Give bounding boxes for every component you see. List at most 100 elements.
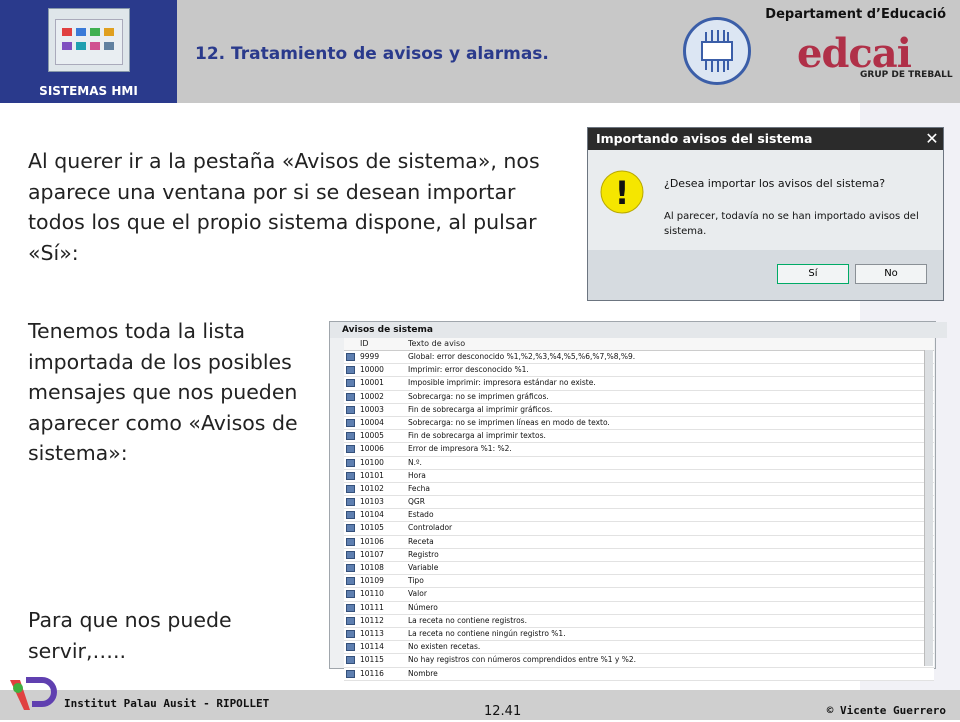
alarm-text: Tipo <box>408 576 424 586</box>
table-row[interactable]: 10004 Sobrecarga: no se imprimen líneas e… <box>344 416 934 431</box>
alarm-id: 10001 <box>360 378 384 388</box>
table-title: Avisos de sistema <box>330 322 947 338</box>
alarm-row-icon <box>346 669 355 678</box>
table-row[interactable]: 9999 Global: error desconocido %1,%2,%3,%… <box>344 351 934 365</box>
alarm-id: 10116 <box>360 668 384 678</box>
alarm-text: N.º. <box>408 457 422 467</box>
alarm-id: 10110 <box>360 589 384 599</box>
page-number: 12.41 <box>484 704 522 719</box>
alarm-row-icon <box>346 353 355 361</box>
alarm-row-icon <box>346 656 355 665</box>
dialog-titlebar: Importando avisos del sistema ✕ <box>588 128 943 150</box>
department-label: Departament d’Educació <box>765 7 946 22</box>
alarm-text: Fecha <box>408 483 430 493</box>
table-row[interactable]: 10000 Imprimir: error desconocido %1. <box>344 364 934 378</box>
alarm-id: 10002 <box>360 391 384 401</box>
alarm-text: Error de impresora %1: %2. <box>408 444 512 454</box>
alarm-text: Sobrecarga: no se imprimen líneas en mod… <box>408 417 610 427</box>
table-row[interactable]: 10115 No hay registros con números compre… <box>344 654 934 668</box>
alarm-id: 10112 <box>360 615 384 625</box>
table-row[interactable]: 10106 Receta <box>344 535 934 549</box>
table-row[interactable]: 10113 La receta no contiene ningún regist… <box>344 627 934 642</box>
table-row[interactable]: 10112 La receta no contiene registros. <box>344 614 934 628</box>
table-row[interactable]: 10102 Fecha <box>344 482 934 497</box>
question-paragraph: Para que nos puede servir,….. <box>28 608 232 663</box>
alarm-row-icon <box>346 484 355 493</box>
institute-label: Institut Palau Ausit - RIPOLLET <box>64 697 270 710</box>
alarm-text: Fin de sobrecarga al imprimir gráficos. <box>408 404 553 414</box>
alarm-text: Hora <box>408 470 426 480</box>
table-row[interactable]: 10103 QGR <box>344 496 934 510</box>
alarm-text: La receta no contiene registros. <box>408 615 527 625</box>
alarm-row-icon <box>346 577 355 586</box>
logo-box: SISTEMAS HMI <box>0 0 177 103</box>
alarm-text: QGR <box>408 497 425 507</box>
table-row[interactable]: 10104 Estado <box>344 509 934 523</box>
intro-paragraph: Al querer ir a la pestaña «Avisos de sis… <box>28 149 540 265</box>
hmi-thumbnail-image <box>48 8 130 72</box>
alarm-id: 10000 <box>360 365 384 375</box>
dialog-question: ¿Desea importar los avisos del sistema? <box>664 177 886 190</box>
alarm-id: 10104 <box>360 510 384 520</box>
hmi-screen <box>55 19 123 65</box>
dialog-title: Importando avisos del sistema <box>596 131 813 146</box>
page-title: 12. Tratamiento de avisos y alarmas. <box>195 44 549 64</box>
table-row[interactable]: 10108 Variable <box>344 562 934 576</box>
alarm-text: Sobrecarga: no se imprimen gráficos. <box>408 391 549 401</box>
alarm-row-icon <box>346 379 355 388</box>
alarm-row-icon <box>346 537 355 546</box>
author-label: © Vicente Guerrero <box>826 704 946 717</box>
table-row[interactable]: 10006 Error de impresora %1: %2. <box>344 443 934 457</box>
list-paragraph: Tenemos toda la lista importada de los p… <box>28 319 298 465</box>
close-icon[interactable]: ✕ <box>923 130 941 148</box>
alarm-text: La receta no contiene ningún registro %1… <box>408 628 566 638</box>
table-row[interactable]: 10109 Tipo <box>344 575 934 589</box>
alarm-id: 10114 <box>360 642 384 652</box>
column-header-id[interactable]: ID <box>360 338 369 350</box>
table-row[interactable]: 10003 Fin de sobrecarga al imprimir gráfi… <box>344 403 934 417</box>
alarm-text: Variable <box>408 563 439 572</box>
alarm-text: Receta <box>408 536 434 546</box>
alarm-text: Estado <box>408 510 434 520</box>
circuit-logo-icon <box>683 17 751 85</box>
alarm-text: Imposible imprimir: impresora estándar n… <box>408 378 596 388</box>
alarm-row-icon <box>346 392 355 401</box>
alarm-text: Valor <box>408 589 427 599</box>
alarm-id: 10103 <box>360 497 384 507</box>
table-row[interactable]: 10101 Hora <box>344 469 934 483</box>
alarm-row-icon <box>346 511 355 520</box>
alarm-row-icon <box>346 458 355 467</box>
table-row[interactable]: 10005 Fin de sobrecarga al imprimir texto… <box>344 430 934 444</box>
alarm-row-icon <box>346 471 355 480</box>
table-row[interactable]: 10002 Sobrecarga: no se imprimen gráficos… <box>344 390 934 404</box>
table-row[interactable]: 10111 Número <box>344 601 934 615</box>
table-row[interactable]: 10114 No existen recetas. <box>344 641 934 655</box>
alarm-id: 10106 <box>360 536 384 546</box>
table-row[interactable]: 10105 Controlador <box>344 522 934 536</box>
table-row[interactable]: 10100 N.º. <box>344 456 934 470</box>
warning-icon: ! <box>600 170 644 214</box>
alarm-id: 10004 <box>360 417 384 427</box>
alarm-text: Controlador <box>408 523 453 533</box>
table-row[interactable]: 10107 Registro <box>344 548 934 562</box>
table-row[interactable]: 10001 Imposible imprimir: impresora están… <box>344 377 934 391</box>
warning-glyph: ! <box>615 174 630 212</box>
vertical-scrollbar[interactable] <box>924 350 933 666</box>
alarm-row-icon <box>346 498 355 507</box>
alarm-row-icon <box>346 590 355 599</box>
table-row[interactable]: 10116 Nombre <box>344 667 934 681</box>
alarm-id: 10100 <box>360 457 384 467</box>
alarm-text: No hay registros con números comprendido… <box>408 655 637 665</box>
alarm-row-icon <box>346 405 355 414</box>
alarm-id: 10102 <box>360 483 384 493</box>
system-alarms-table: Avisos de sistema ID Texto de aviso 9999… <box>329 321 947 681</box>
alarm-text: Número <box>408 602 438 612</box>
vp-logo-icon <box>6 674 60 718</box>
yes-button[interactable]: Sí <box>777 264 849 284</box>
table-row[interactable]: 10110 Valor <box>344 588 934 602</box>
alarm-row-icon <box>346 432 355 441</box>
column-header-text[interactable]: Texto de aviso <box>408 338 465 350</box>
alarm-id: 10107 <box>360 549 384 559</box>
no-button[interactable]: No <box>855 264 927 284</box>
table-rows: 9999 Global: error desconocido %1,%2,%3,%… <box>344 351 934 681</box>
